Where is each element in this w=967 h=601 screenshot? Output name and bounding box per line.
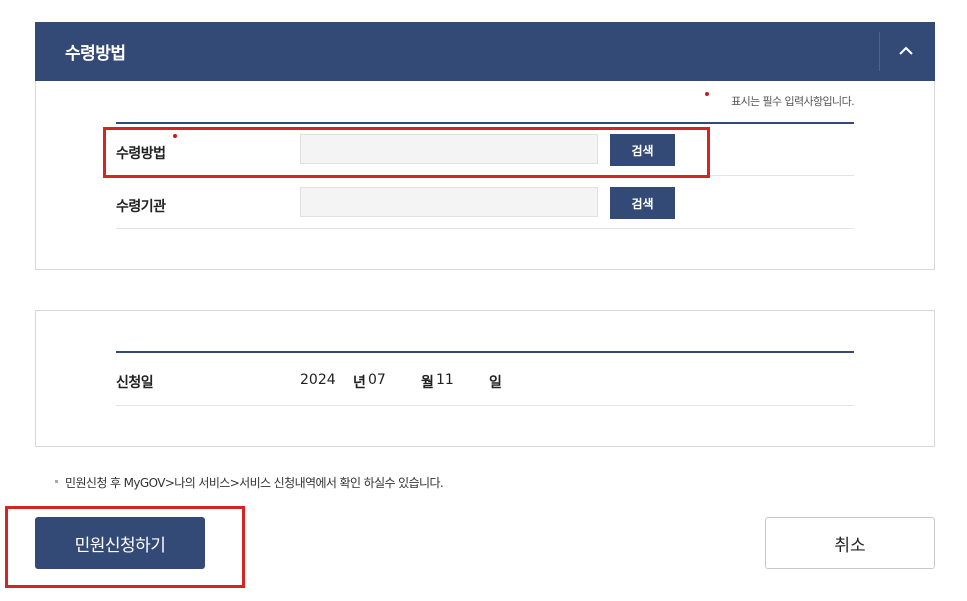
application-date-box: 신청일 2024 년 07 월 11 일 <box>35 310 935 447</box>
month-unit: 월 <box>421 375 434 391</box>
receipt-agency-label: 수령기관 <box>116 199 166 215</box>
table-top-rule <box>116 351 854 353</box>
collapse-button[interactable] <box>880 22 935 81</box>
row-divider <box>116 175 854 176</box>
row-divider <box>116 228 854 229</box>
receipt-method-input[interactable] <box>300 134 598 164</box>
section-header: 수령방법 <box>35 22 935 81</box>
cancel-button[interactable]: 취소 <box>765 517 935 569</box>
receipt-method-search-button[interactable]: 검색 <box>610 134 675 166</box>
required-dot-icon <box>173 134 177 138</box>
row-divider <box>116 405 854 406</box>
required-note: 표시는 필수 입력사항입니다. <box>731 95 855 108</box>
receipt-form: 표시는 필수 입력사항입니다. 수령방법 검색 수령기관 검색 <box>35 81 935 270</box>
receipt-method-label: 수령방법 <box>116 146 166 162</box>
year-unit: 년 <box>353 375 366 391</box>
table-top-rule <box>116 122 854 124</box>
receipt-agency-input[interactable] <box>300 187 598 217</box>
application-date-label: 신청일 <box>116 375 154 391</box>
day-value: 11 <box>436 372 454 388</box>
chevron-up-icon <box>899 46 913 55</box>
year-value: 2024 <box>300 372 336 388</box>
required-dot-icon <box>705 92 709 96</box>
month-value: 07 <box>368 372 386 388</box>
day-unit: 일 <box>489 375 502 391</box>
notice-bullet-icon <box>55 480 58 483</box>
notice-text: 민원신청 후 MyGOV>나의 서비스>서비스 신청내역에서 확인 하실수 있습… <box>65 476 444 490</box>
receipt-agency-search-button[interactable]: 검색 <box>610 187 675 219</box>
submit-application-button[interactable]: 민원신청하기 <box>35 517 205 569</box>
section-title: 수령방법 <box>65 44 126 64</box>
